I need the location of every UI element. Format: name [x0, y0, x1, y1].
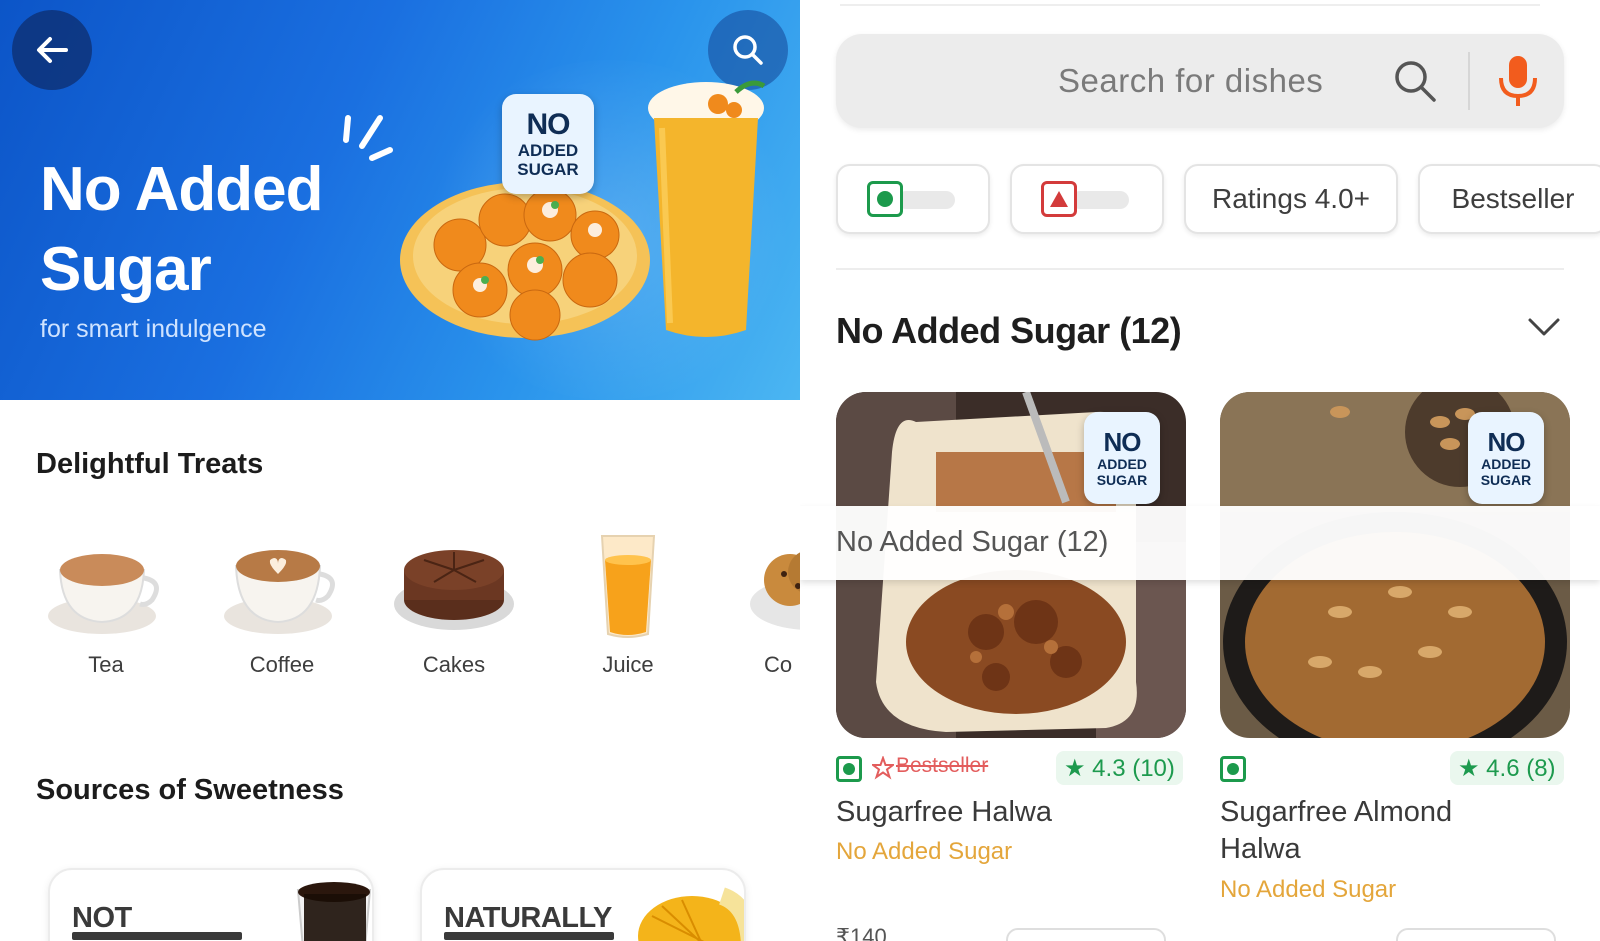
banner-title: No Added Sugar [40, 155, 323, 304]
ratings-filter-chip[interactable]: Ratings 4.0+ [1184, 164, 1398, 234]
source-card-not-sweetened[interactable]: NOT [48, 868, 374, 941]
dish-name-line1[interactable]: Sugarfree Almond [1220, 794, 1452, 831]
bestseller-filter-chip[interactable]: Bestseller [1418, 164, 1600, 234]
badge-line1: NO [1103, 427, 1142, 457]
veg-toggle[interactable] [867, 181, 959, 217]
banner-subtitle: for smart indulgence [40, 315, 267, 343]
dish-name-line2[interactable]: Halwa [1220, 831, 1301, 868]
no-added-sugar-badge: NO ADDED SUGAR [1468, 412, 1544, 504]
no-added-sugar-badge: NO ADDED SUGAR [1084, 412, 1160, 504]
veg-icon [836, 756, 862, 782]
milkshake-glass-image [648, 80, 766, 337]
mango-banana-icon [638, 887, 744, 941]
treat-label: Tea [88, 652, 124, 677]
cake-icon [394, 550, 514, 630]
treat-item-tea[interactable]: Tea [36, 520, 176, 690]
dish-rating: ★ 4.3 (10) [1056, 751, 1183, 785]
badge-line2: ADDED [1097, 456, 1147, 472]
treat-label: Juice [602, 652, 654, 677]
treats-section-title: Delightful Treats [36, 448, 264, 480]
badge-line2: ADDED [517, 141, 579, 160]
menu-panel: Search for dishes Ratings 4.0+ Bestselle [800, 0, 1600, 941]
dish-tag: No Added Sugar [836, 838, 1013, 865]
treat-label: Co [764, 652, 793, 677]
treat-label: Cakes [422, 652, 486, 677]
veg-filter-toggle[interactable] [836, 164, 990, 234]
treats-carousel[interactable]: Tea Coffee Cakes Juice Co [0, 520, 800, 690]
cookies-icon [750, 552, 800, 630]
dish-name[interactable]: Sugarfree Halwa [836, 794, 1052, 831]
sticky-section-header[interactable]: No Added Sugar (12) [800, 506, 1600, 580]
source-card-label: NATURALLY [444, 902, 612, 934]
source-card-label: NOT [72, 902, 132, 934]
nonveg-icon [1041, 181, 1077, 217]
treat-item-cakes[interactable]: Cakes [384, 520, 524, 690]
badge-line3: SUGAR [1096, 472, 1148, 488]
juice-glass-icon [600, 535, 656, 638]
search-icon[interactable] [1392, 58, 1438, 104]
hero-banner: No Added Sugar for smart indulgence NO A… [0, 0, 800, 400]
badge-line1: NO [526, 108, 571, 141]
dish-rating: ★ 4.6 (8) [1450, 751, 1564, 785]
dish-search-bar[interactable]: Search for dishes [836, 34, 1564, 128]
treat-item-cookies[interactable]: Co [740, 520, 800, 690]
search-placeholder[interactable]: Search for dishes [1058, 62, 1323, 100]
dish-tag: No Added Sugar [1220, 876, 1397, 903]
bestseller-star-icon [872, 756, 894, 780]
search-icon [733, 35, 763, 65]
badge-line3: SUGAR [1480, 472, 1532, 488]
black-coffee-cup-icon [296, 882, 372, 941]
source-card-label-cropped [72, 932, 242, 940]
sticky-section-title: No Added Sugar (12) [836, 526, 1109, 558]
search-divider [1468, 52, 1470, 110]
add-button[interactable] [1396, 928, 1556, 941]
nonveg-toggle[interactable] [1041, 181, 1133, 217]
badge-line1: NO [1487, 427, 1526, 457]
source-card-naturally-sweetened[interactable]: NATURALLY [420, 868, 746, 941]
bestseller-label: Bestseller [896, 754, 989, 777]
back-button[interactable] [12, 10, 92, 90]
nonveg-filter-toggle[interactable] [1010, 164, 1164, 234]
coffee-cup-icon [224, 550, 335, 634]
microphone-icon[interactable] [1496, 54, 1540, 108]
treat-label: Coffee [249, 652, 315, 677]
sources-section-title: Sources of Sweetness [36, 774, 344, 806]
toggle-track [897, 191, 955, 209]
dish-price: ₹140 [836, 924, 887, 941]
badge-line3: SUGAR [517, 160, 579, 179]
arrow-left-icon [37, 37, 68, 63]
collection-page: No Added Sugar for smart indulgence NO A… [0, 0, 800, 941]
veg-icon [867, 181, 903, 217]
treat-item-coffee[interactable]: Coffee [212, 520, 352, 690]
section-heading[interactable]: No Added Sugar (12) [836, 310, 1182, 352]
toggle-track [1071, 191, 1129, 209]
chevron-down-icon[interactable] [1526, 314, 1562, 338]
veg-icon [1220, 756, 1246, 782]
no-added-sugar-badge: NO ADDED SUGAR [502, 94, 594, 194]
treat-item-juice[interactable]: Juice [558, 520, 698, 690]
tea-cup-icon [48, 554, 159, 634]
add-button[interactable] [1006, 928, 1166, 941]
top-edge [840, 0, 1540, 6]
filters-divider [836, 268, 1564, 270]
source-card-label-cropped [444, 932, 614, 940]
badge-line2: ADDED [1481, 456, 1531, 472]
